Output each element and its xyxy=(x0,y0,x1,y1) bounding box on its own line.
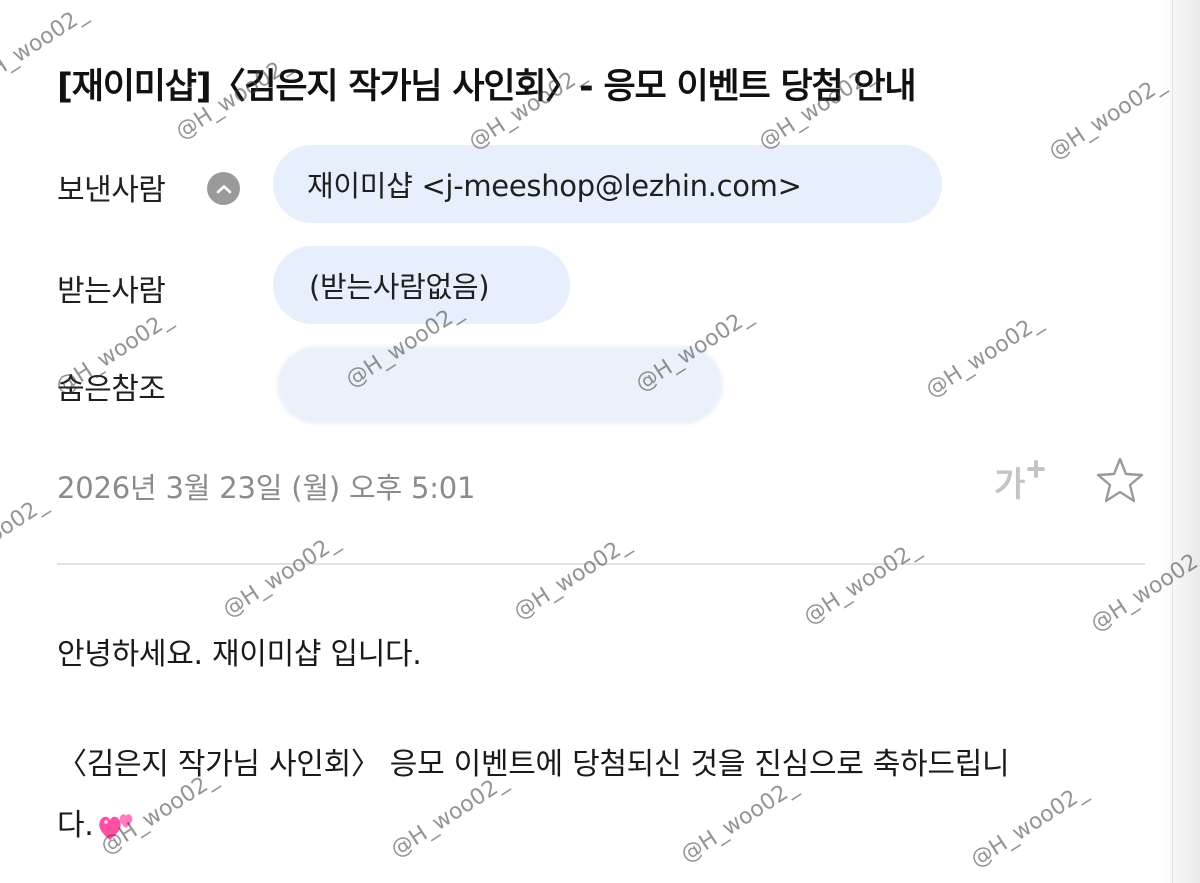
watermark: @H_woo02_ xyxy=(676,774,802,868)
body-congrats-end: 다. xyxy=(57,800,138,844)
body-greeting: 안녕하세요. 재이미샵 입니다. xyxy=(57,637,422,672)
sender-chip[interactable]: 재이미샵 <j-meeshop@lezhin.com> xyxy=(273,145,942,223)
chevron-up-glyph xyxy=(216,184,231,193)
to-label: 받는사람 xyxy=(57,274,166,309)
two-hearts-icon xyxy=(98,810,138,844)
from-label: 보낸사람 xyxy=(57,173,166,208)
chevron-up-icon[interactable] xyxy=(207,172,240,205)
email-subject: [재이미샵]〈김은지 작가님 사인회〉- 응모 이벤트 당첨 안내 xyxy=(57,67,917,107)
bcc-label: 숨은참조 xyxy=(57,372,166,407)
font-size-glyph: 가 xyxy=(994,460,1045,505)
watermark: @H_woo02_ xyxy=(966,779,1092,873)
font-size-plus-icon[interactable]: 가 xyxy=(992,458,1052,505)
body-congrats-line: 〈김은지 작가님 사인회〉 응모 이벤트에 당첨되신 것을 진심으로 축하드립니 xyxy=(57,747,1010,782)
star-outline-icon[interactable] xyxy=(1094,455,1146,507)
watermark: @H_woo02_ xyxy=(386,769,512,863)
watermark: @H_woo02_ xyxy=(218,529,344,623)
font-size-char: 가 xyxy=(994,465,1025,504)
email-date: 2026년 3월 23일 (월) 오후 5:01 xyxy=(57,471,476,505)
watermark: @H_woo02_ xyxy=(0,491,52,585)
watermark: @H_woo02_ xyxy=(921,309,1047,403)
body-congrats-end-text: 다. xyxy=(57,808,94,843)
watermark: @H_woo02_ xyxy=(799,536,925,630)
email-view: [재이미샵]〈김은지 작가님 사인회〉- 응모 이벤트 당첨 안내 보낸사람 재… xyxy=(0,0,1200,883)
recipient-chip[interactable]: (받는사람없음) xyxy=(273,246,570,324)
header-divider xyxy=(57,563,1145,565)
scroll-edge xyxy=(1160,0,1200,883)
bcc-chip[interactable] xyxy=(277,346,723,424)
star-glyph xyxy=(1096,457,1144,503)
watermark: @H_woo02_ xyxy=(509,531,635,625)
watermark: @H_woo02_ xyxy=(1044,71,1170,165)
